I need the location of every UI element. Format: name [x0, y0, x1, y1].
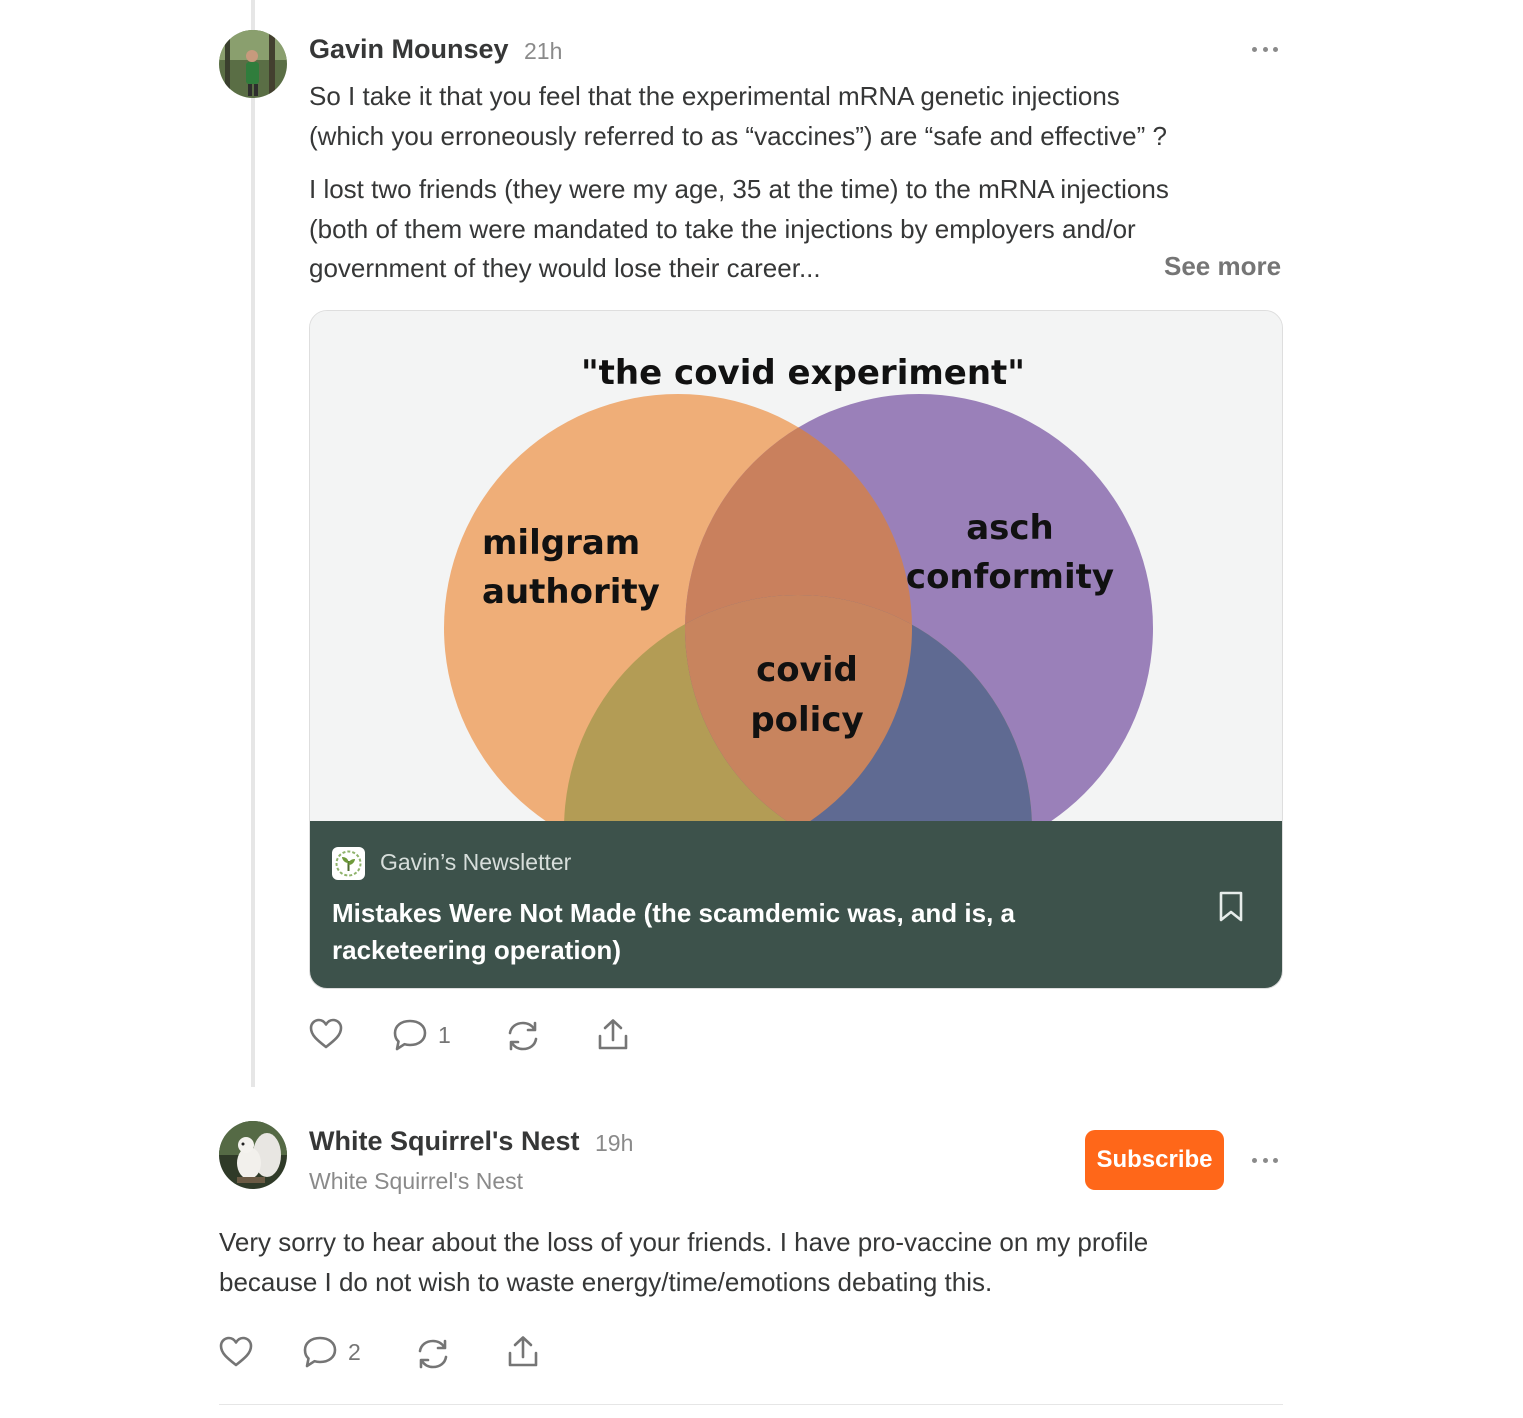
author-name[interactable]: Gavin Mounsey	[309, 34, 509, 65]
publication-logo-icon	[332, 847, 365, 880]
share-icon	[508, 1336, 538, 1367]
post-title[interactable]: Mistakes Were Not Made (the scamdemic wa…	[332, 895, 1112, 969]
venn-label: covid	[756, 650, 858, 690]
paragraph-line: because I do not wish to waste energy/ti…	[219, 1266, 993, 1297]
paragraph-line: I lost two friends (they were my age, 35…	[309, 174, 1169, 204]
restack-icon	[418, 1339, 448, 1369]
restack-icon	[508, 1021, 538, 1051]
comment-count: 2	[348, 1338, 361, 1365]
image-title: "the covid experiment"	[581, 353, 1025, 393]
restack-button[interactable]	[416, 1338, 450, 1370]
comment-bubble-icon	[303, 1336, 337, 1368]
share-button[interactable]	[507, 1335, 539, 1369]
paragraph-line: So I take it that you feel that the expe…	[309, 81, 1120, 111]
like-button[interactable]	[219, 1336, 253, 1368]
timestamp[interactable]: 21h	[524, 38, 562, 65]
divider	[219, 1404, 1283, 1405]
timestamp[interactable]: 19h	[595, 1130, 633, 1157]
publication-subtitle[interactable]: White Squirrel's Nest	[309, 1168, 523, 1195]
paragraph-line: (which you erroneously referred to as “v…	[309, 120, 1167, 151]
share-button[interactable]	[597, 1018, 629, 1052]
comment-button[interactable]: 1	[392, 1018, 451, 1052]
paragraph-line: Very sorry to hear about the loss of you…	[219, 1227, 1149, 1257]
paragraph-line: (both of them were mandated to take the …	[309, 213, 1136, 244]
thread-line	[251, 0, 255, 1087]
card-footer: Gavin’s Newsletter Mistakes Were Not Mad…	[310, 821, 1282, 988]
heart-icon	[309, 1018, 343, 1049]
comment-body: So I take it that you feel that the expe…	[309, 77, 1289, 289]
restack-button[interactable]	[506, 1020, 540, 1052]
avatar[interactable]	[219, 1121, 287, 1189]
venn-label: authority	[482, 572, 660, 612]
venn-label: policy	[750, 700, 863, 740]
more-options-icon[interactable]	[1252, 45, 1278, 53]
venn-label: milgram	[482, 523, 640, 563]
see-more-link[interactable]: See more	[1164, 251, 1281, 282]
more-options-icon[interactable]	[1252, 1156, 1278, 1164]
comment-body: Very sorry to hear about the loss of you…	[219, 1223, 1289, 1302]
post-attachment-card[interactable]: "the covid experiment" milgram authority…	[309, 310, 1283, 989]
venn-label: conformity	[906, 557, 1114, 597]
comment-count: 1	[438, 1021, 451, 1048]
heart-icon	[219, 1336, 253, 1367]
avatar[interactable]	[219, 30, 287, 98]
share-icon	[598, 1019, 628, 1050]
venn-diagram-image: "the covid experiment" milgram authority…	[310, 311, 1282, 821]
comment-button[interactable]: 2	[302, 1335, 361, 1369]
author-name[interactable]: White Squirrel's Nest	[309, 1126, 579, 1157]
subscribe-button[interactable]: Subscribe	[1085, 1130, 1224, 1190]
bookmark-icon[interactable]	[1218, 891, 1244, 923]
publication-name[interactable]: Gavin’s Newsletter	[380, 849, 571, 876]
like-button[interactable]	[309, 1018, 343, 1050]
comment-bubble-icon	[393, 1019, 427, 1051]
avatar-image	[219, 1121, 287, 1189]
venn-label: asch	[966, 508, 1054, 548]
paragraph-line: government of they would lose their care…	[309, 253, 821, 283]
avatar-image	[219, 30, 287, 98]
